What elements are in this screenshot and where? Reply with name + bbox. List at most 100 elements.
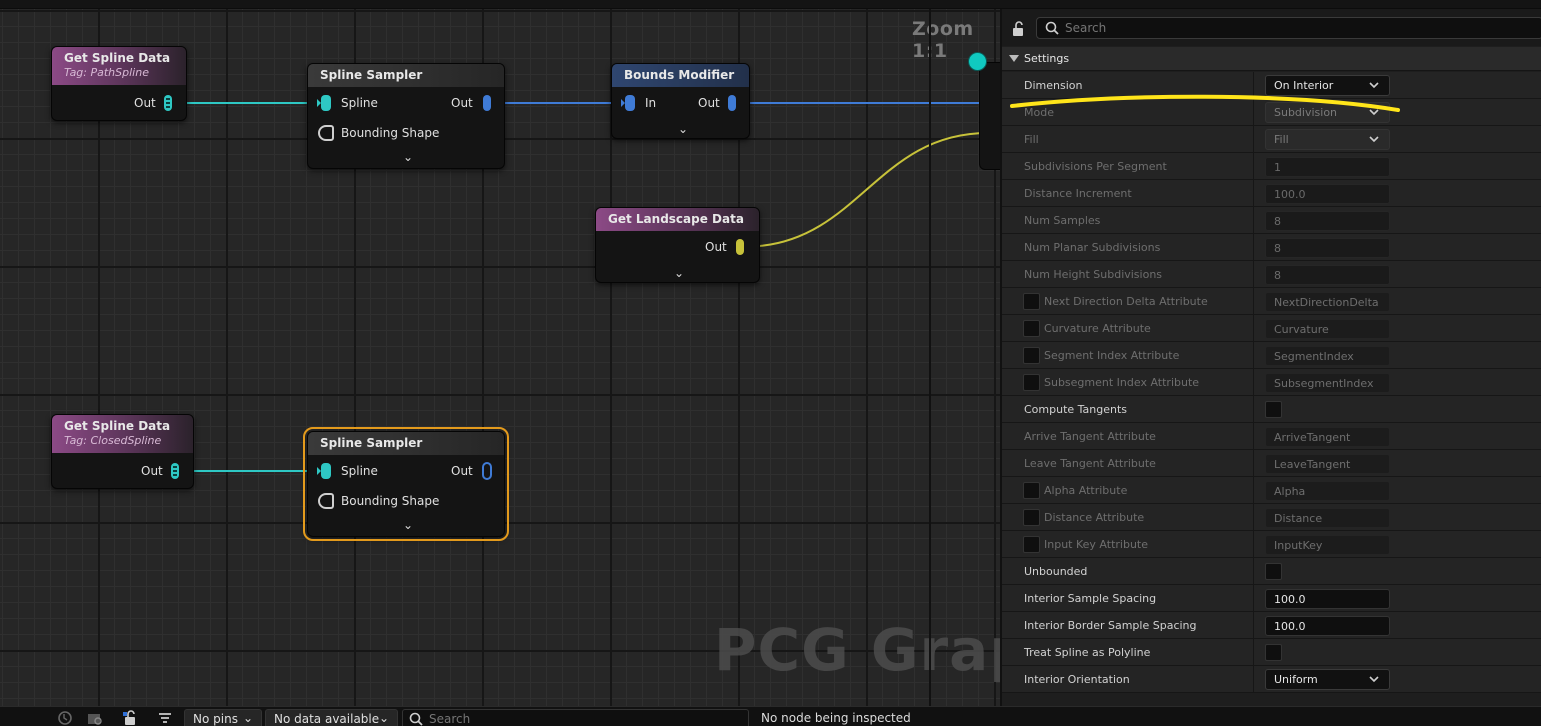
setting-row-alpha-attribute: Alpha Attribute Alpha <box>1002 477 1541 504</box>
node-get-landscape-data[interactable]: Get Landscape Data Out ⌄ <box>595 207 760 283</box>
chevron-down-icon: ⌄ <box>242 711 253 725</box>
setting-value-input[interactable]: 100.0 <box>1265 589 1390 609</box>
node-bounds-modifier[interactable]: Bounds Modifier In Out ⌄ <box>611 63 750 139</box>
spline-pin-icon[interactable] <box>169 462 181 480</box>
setting-value-input[interactable]: 8 <box>1265 238 1390 258</box>
setting-value-input[interactable]: 100.0 <box>1265 184 1390 204</box>
spline-pin-icon[interactable] <box>162 94 174 112</box>
data-dropdown-label: No data available <box>274 712 380 726</box>
collapse-triangle-icon[interactable] <box>1009 55 1019 62</box>
setting-row-arrive-tangent-attribute: Arrive Tangent Attribute ArriveTangent <box>1002 423 1541 450</box>
setting-attribute-name[interactable]: SegmentIndex <box>1265 346 1390 366</box>
chevron-down-icon[interactable]: ⌄ <box>401 151 415 163</box>
graph-canvas[interactable]: Zoom 1:1 PCG Graph Get Spline Data Tag: … <box>0 0 1000 706</box>
setting-value-input[interactable]: 1 <box>1265 157 1390 177</box>
lock-icon[interactable] <box>1011 21 1027 37</box>
column-divider <box>1253 207 1254 234</box>
bounding-shape-pin-icon[interactable] <box>318 125 334 141</box>
override-checkbox[interactable] <box>1023 509 1040 526</box>
column-divider <box>1253 315 1254 342</box>
setting-attribute-name[interactable]: NextDirectionDelta <box>1265 292 1390 312</box>
setting-value-input[interactable]: 100.0 <box>1265 616 1390 636</box>
setting-label: Treat Spline as Polyline <box>1024 646 1151 659</box>
bounding-shape-pin-icon[interactable] <box>318 493 334 509</box>
setting-dropdown[interactable]: Fill <box>1265 129 1390 150</box>
point-out-pin-icon[interactable] <box>481 462 493 480</box>
node-partial-offscreen[interactable] <box>979 62 1000 170</box>
chevron-down-icon[interactable]: ⌄ <box>401 519 415 531</box>
override-checkbox[interactable] <box>1023 347 1040 364</box>
setting-dropdown[interactable]: Uniform <box>1265 669 1390 690</box>
override-checkbox[interactable] <box>1023 293 1040 310</box>
setting-attribute-name[interactable]: Alpha <box>1265 481 1390 501</box>
setting-attribute-name[interactable]: Curvature <box>1265 319 1390 339</box>
setting-label: Distance Attribute <box>1044 511 1145 524</box>
inspect-search[interactable] <box>402 709 749 726</box>
setting-value-input[interactable]: 8 <box>1265 211 1390 231</box>
setting-label: Num Height Subdivisions <box>1024 268 1163 281</box>
reroute-pin-icon[interactable] <box>968 52 987 71</box>
setting-row-mode: Mode Subdivision <box>1002 99 1541 126</box>
spline-in-pin-icon[interactable] <box>317 462 333 480</box>
setting-label: Leave Tangent Attribute <box>1024 457 1156 470</box>
setting-dropdown[interactable]: Subdivision <box>1265 102 1390 123</box>
pin-in-label: In <box>645 96 657 110</box>
landscape-pin-icon[interactable] <box>734 238 746 256</box>
setting-row-curvature-attribute: Curvature Attribute Curvature <box>1002 315 1541 342</box>
settings-rows: Dimension On Interior Mode Subdivision Fill F… <box>1002 72 1541 693</box>
chevron-down-icon[interactable]: ⌄ <box>676 123 690 135</box>
folder-search-icon[interactable] <box>87 710 103 726</box>
filter-icon[interactable] <box>157 710 173 726</box>
setting-value-input[interactable]: 8 <box>1265 265 1390 285</box>
node-tag: Tag: ClosedSpline <box>64 434 162 447</box>
setting-row-distance-attribute: Distance Attribute Distance <box>1002 504 1541 531</box>
override-checkbox[interactable] <box>1023 536 1040 553</box>
pins-dropdown-label: No pins <box>193 712 238 726</box>
override-checkbox[interactable] <box>1023 482 1040 499</box>
search-icon <box>1045 21 1059 35</box>
column-divider <box>1253 261 1254 288</box>
override-checkbox[interactable] <box>1023 374 1040 391</box>
in-pin-icon[interactable] <box>621 94 637 112</box>
details-search[interactable] <box>1036 17 1541 39</box>
setting-label: Fill <box>1024 133 1039 146</box>
node-title: Get Landscape Data <box>596 208 759 231</box>
setting-attribute-name[interactable]: SubsegmentIndex <box>1265 373 1390 393</box>
data-dropdown[interactable]: No data available ⌄ <box>265 709 398 726</box>
column-divider <box>1253 72 1254 99</box>
spline-in-pin-icon[interactable] <box>317 94 333 112</box>
out-pin-icon[interactable] <box>726 94 738 112</box>
node-get-spline-data-closed[interactable]: Get Spline Data Tag: ClosedSpline Out <box>51 414 194 489</box>
setting-attribute-name[interactable]: LeaveTangent <box>1265 454 1390 474</box>
inspect-search-input[interactable] <box>429 711 729 726</box>
setting-dropdown[interactable]: On Interior <box>1265 75 1390 96</box>
setting-row-treat-spline-as-polyline: Treat Spline as Polyline <box>1002 639 1541 666</box>
node-get-spline-data[interactable]: Get Spline Data Tag: PathSpline Out <box>51 46 187 121</box>
setting-checkbox[interactable] <box>1265 644 1282 661</box>
node-title: Spline Sampler <box>308 432 504 455</box>
node-title: Spline Sampler <box>308 64 504 87</box>
settings-section-header[interactable]: Settings <box>1002 47 1541 71</box>
chevron-down-icon[interactable]: ⌄ <box>672 267 686 279</box>
setting-checkbox[interactable] <box>1265 563 1282 580</box>
pins-dropdown[interactable]: No pins ⌄ <box>184 709 262 726</box>
column-divider <box>1253 612 1254 639</box>
setting-attribute-name[interactable]: Distance <box>1265 508 1390 528</box>
details-search-input[interactable] <box>1065 19 1525 37</box>
node-spline-sampler-selected[interactable]: Spline Sampler Spline Out Bounding Shape… <box>303 427 509 541</box>
dropdown-value: Uniform <box>1274 673 1318 686</box>
setting-checkbox[interactable] <box>1265 401 1282 418</box>
setting-label: Interior Border Sample Spacing <box>1024 619 1197 632</box>
setting-row-num-planar-subdivisions: Num Planar Subdivisions 8 <box>1002 234 1541 261</box>
setting-attribute-name[interactable]: InputKey <box>1265 535 1390 555</box>
override-checkbox[interactable] <box>1023 320 1040 337</box>
setting-attribute-name[interactable]: ArriveTangent <box>1265 427 1390 447</box>
setting-row-subdivisions-per-segment: Subdivisions Per Segment 1 <box>1002 153 1541 180</box>
point-out-pin-icon[interactable] <box>481 94 493 112</box>
column-divider <box>1253 288 1254 315</box>
setting-label: Segment Index Attribute <box>1044 349 1180 362</box>
node-spline-sampler[interactable]: Spline Sampler Spline Out Bounding Shape… <box>307 63 505 169</box>
history-back-icon[interactable] <box>57 710 73 726</box>
column-divider <box>1253 342 1254 369</box>
lock-icon[interactable] <box>123 710 139 726</box>
